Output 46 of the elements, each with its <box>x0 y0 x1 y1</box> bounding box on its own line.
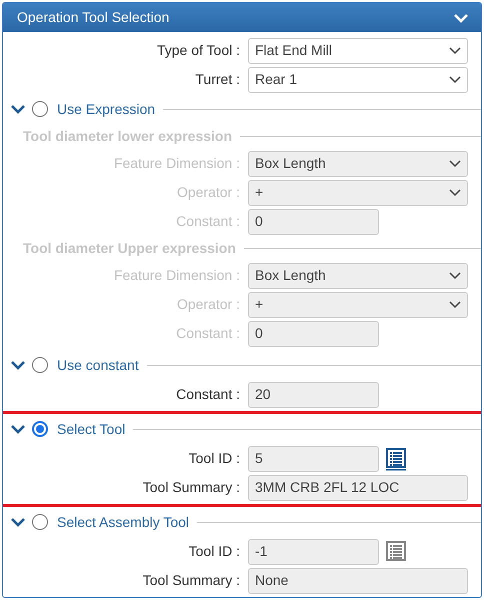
dropdown[interactable]: Rear 1 <box>248 66 468 92</box>
input-field: 0 <box>248 208 379 234</box>
radio-button[interactable] <box>32 421 48 437</box>
radio-button[interactable] <box>32 357 48 373</box>
caret-icon <box>449 76 461 84</box>
input-field[interactable]: 20 <box>248 382 379 408</box>
field-label: Tool Summary : <box>142 478 241 497</box>
panel-title: Operation Tool Selection <box>17 8 170 27</box>
section-label[interactable]: Use constant <box>57 354 139 376</box>
section-label[interactable]: Select Assembly Tool <box>57 512 190 532</box>
radio-button[interactable] <box>32 101 48 117</box>
field-label: Operator : <box>176 183 241 202</box>
input-field[interactable]: 3MM CRB 2FL 12 LOC <box>248 474 468 500</box>
group-heading: Tool diameter Upper expression <box>23 239 236 258</box>
caret-icon <box>449 272 461 280</box>
input-field[interactable]: -1 <box>248 538 379 564</box>
group-heading: Tool diameter lower expression <box>23 127 232 146</box>
list-icon[interactable] <box>385 540 407 564</box>
field-label: Constant : <box>175 324 241 343</box>
list-icon[interactable] <box>385 446 407 470</box>
caret-icon <box>449 46 461 54</box>
field-label: Tool ID : <box>188 542 241 561</box>
chevron-icon[interactable] <box>11 360 25 370</box>
caret-icon <box>449 188 461 196</box>
field-label: Operator : <box>176 295 241 314</box>
dropdown[interactable]: Flat End Mill <box>248 38 468 64</box>
section-label[interactable]: Use Expression <box>57 98 156 120</box>
field-label: Type of Tool : <box>156 41 241 60</box>
collapse-icon[interactable] <box>453 12 469 22</box>
caret-icon <box>449 160 461 168</box>
radio-button[interactable] <box>32 514 48 530</box>
chevron-icon[interactable] <box>11 104 25 114</box>
field-label: Constant : <box>175 212 241 231</box>
chevron-icon[interactable] <box>11 424 25 434</box>
input-field[interactable]: None <box>248 568 468 594</box>
field-label: Turret : <box>194 70 241 89</box>
chevron-icon[interactable] <box>11 517 25 527</box>
field-label: Feature Dimension : <box>112 266 241 285</box>
field-label: Tool ID : <box>188 449 241 468</box>
input-field: 0 <box>248 320 379 346</box>
field-label: Feature Dimension : <box>112 154 241 173</box>
input-field[interactable]: 5 <box>248 446 379 472</box>
section-label[interactable]: Select Tool <box>57 418 126 440</box>
field-label: Constant : <box>175 385 241 404</box>
caret-icon <box>449 300 461 308</box>
field-label: Tool Summary : <box>142 571 241 590</box>
